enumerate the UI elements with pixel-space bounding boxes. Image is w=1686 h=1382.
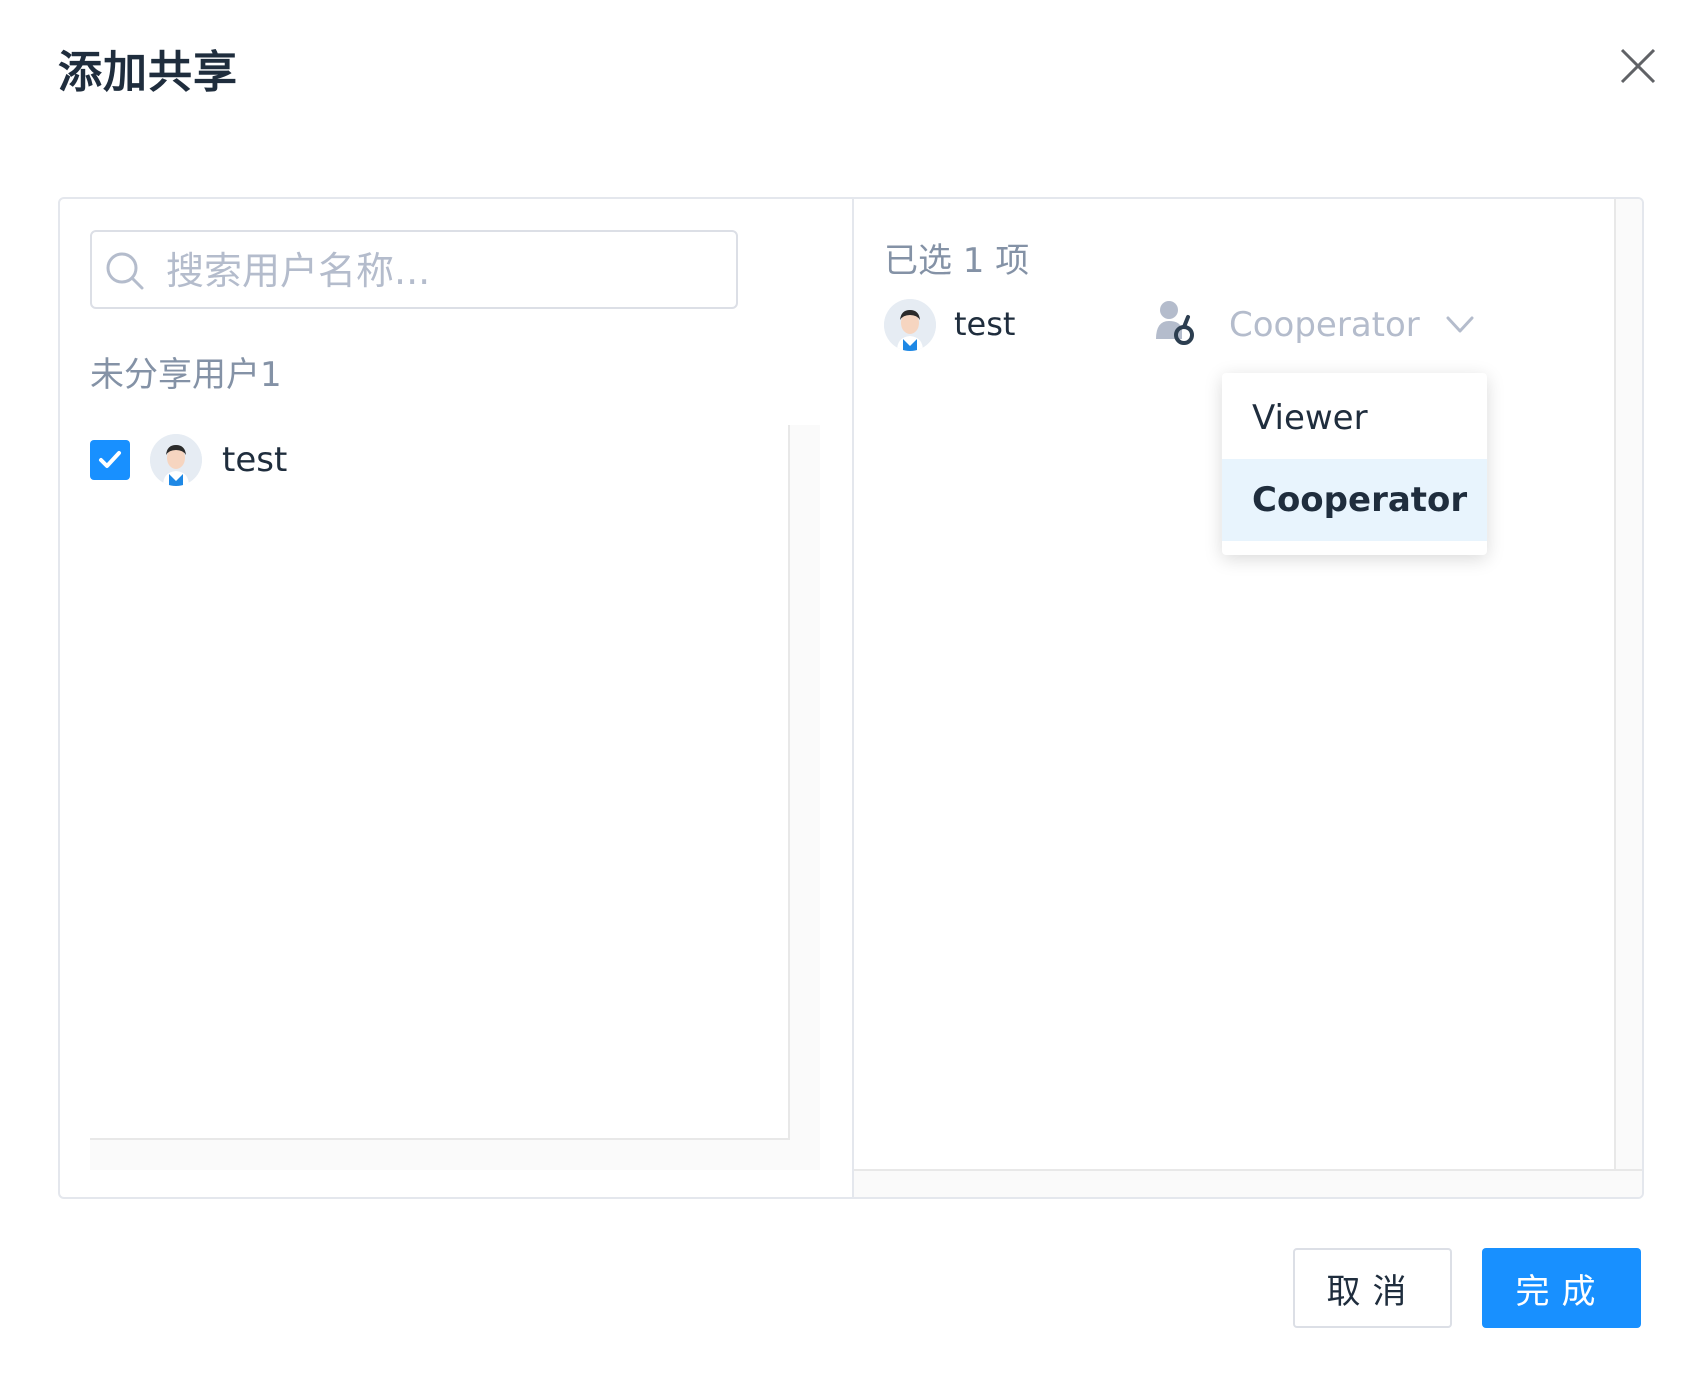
vertical-scrollbar[interactable]	[1614, 199, 1642, 1197]
unshared-user-list[interactable]: test	[90, 425, 820, 1170]
role-dropdown-menu: Viewer Cooperator	[1222, 373, 1487, 555]
role-icon	[1156, 301, 1194, 345]
list-item[interactable]: test	[90, 425, 287, 495]
user-name: test	[222, 440, 288, 480]
user-checkbox[interactable]	[90, 440, 130, 480]
cancel-button[interactable]: 取消	[1293, 1248, 1452, 1328]
dialog-title: 添加共享	[58, 47, 238, 98]
chevron-down-icon	[1446, 316, 1474, 333]
unshared-pane: 未分享用户1	[60, 199, 852, 1197]
selected-user-name: test	[954, 305, 1016, 343]
role-select-value: Cooperator	[1229, 305, 1420, 345]
role-option-cooperator[interactable]: Cooperator	[1222, 459, 1487, 541]
avatar	[150, 434, 202, 486]
unshared-user-list-viewport: test	[90, 425, 790, 1140]
confirm-button[interactable]: 完成	[1482, 1248, 1641, 1328]
selected-pane: 已选 1 项 test Cooperator	[852, 199, 1642, 1197]
horizontal-scrollbar[interactable]	[854, 1169, 1642, 1197]
selected-count: 已选 1 项	[884, 241, 1030, 281]
search-icon	[106, 252, 144, 290]
add-share-dialog: 添加共享 未分享用户1	[0, 0, 1686, 1382]
transfer-panel: 未分享用户1	[58, 197, 1644, 1199]
close-icon	[1620, 48, 1656, 84]
search-input[interactable]	[164, 240, 728, 302]
role-option-viewer[interactable]: Viewer	[1222, 377, 1487, 459]
avatar	[884, 299, 936, 351]
check-icon	[99, 451, 121, 468]
close-button[interactable]	[1618, 46, 1658, 86]
selected-user-row: test Cooperator	[884, 297, 1584, 353]
search-box	[90, 230, 738, 309]
role-select[interactable]: Cooperator	[1229, 297, 1474, 353]
unshared-users-label: 未分享用户1	[90, 355, 282, 395]
